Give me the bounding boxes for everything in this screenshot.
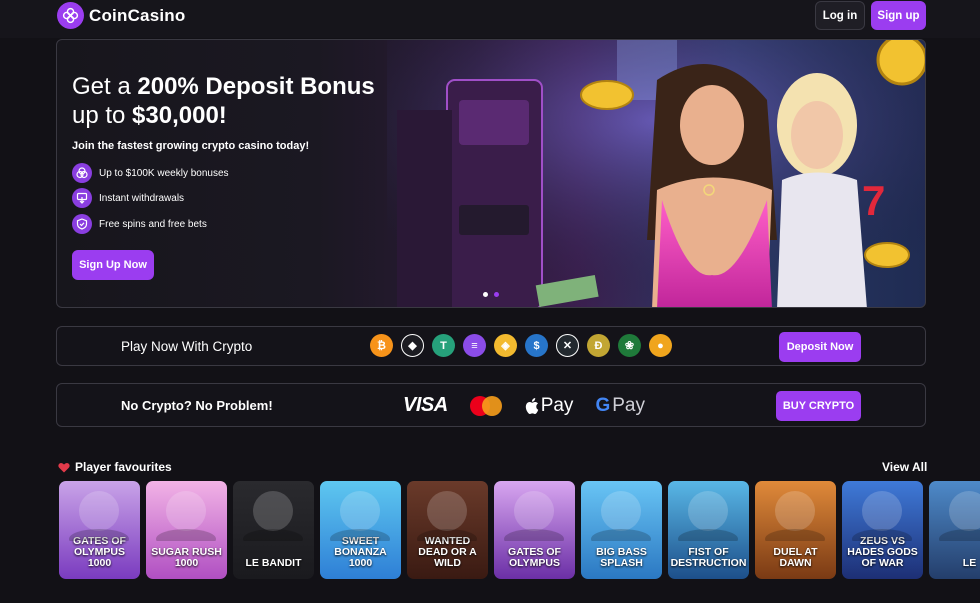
xrp-icon: ✕ (556, 334, 579, 357)
game-thumbnail-art (765, 491, 825, 541)
visa-logo: VISA (403, 394, 448, 416)
feature-instant-withdrawals: Instant withdrawals (72, 188, 184, 208)
feature-free-spins: Free spins and free bets (72, 214, 207, 234)
withdraw-icon (72, 188, 92, 208)
game-thumbnail-art (939, 491, 980, 541)
game-card[interactable]: ZEUS VS HADES GODS OF WAR (842, 481, 923, 579)
hero-subtitle: Join the fastest growing crypto casino t… (72, 140, 310, 152)
game-thumbnail-art (591, 491, 651, 541)
game-card[interactable]: WANTED DEAD OR A WILD (407, 481, 488, 579)
deposit-now-button[interactable]: Deposit Now (779, 332, 861, 362)
favourites-title: Player favourites (75, 460, 172, 474)
carousel-dots (483, 292, 499, 297)
fiat-bar-label: No Crypto? No Problem! (121, 398, 273, 413)
logo[interactable]: CoinCasino (57, 2, 185, 29)
game-thumbnail-art (69, 491, 129, 541)
game-title: LE BANDIT (245, 557, 302, 569)
shiba-coin-icon: ● (649, 334, 672, 357)
svg-text:7: 7 (862, 177, 885, 224)
game-card[interactable]: BIG BASS SPLASH (581, 481, 662, 579)
game-card[interactable]: GATES OF OLYMPUS (494, 481, 575, 579)
game-thumbnail-art (156, 491, 216, 541)
apple-icon (525, 397, 538, 414)
game-card[interactable]: GATES OF OLYMPUS 1000 (59, 481, 140, 579)
payment-methods: VISA Pay G Pay (403, 394, 645, 417)
game-title: FIST OF DESTRUCTION (670, 546, 747, 569)
hero-casino-illustration: 7 (387, 40, 925, 307)
player-favourites-heading: Player favourites (58, 460, 172, 474)
buy-crypto-button[interactable]: BUY CRYPTO (776, 391, 861, 421)
game-title: BIG BASS SPLASH (596, 546, 647, 569)
usdc-icon: $ (525, 334, 548, 357)
bnb-icon: ◈ (494, 334, 517, 357)
google-g-icon: G (595, 394, 611, 416)
game-title: LE (962, 557, 977, 569)
game-thumbnail-art (417, 491, 477, 541)
google-pay-logo: G Pay (595, 395, 645, 417)
crypto-bar-label: Play Now With Crypto (121, 339, 253, 354)
feature-label: Up to $100K weekly bonuses (99, 167, 229, 179)
game-thumbnail-art (678, 491, 738, 541)
heart-icon (58, 462, 70, 472)
login-button[interactable]: Log in (815, 1, 865, 30)
bitcoin-icon: ₿ (370, 334, 393, 357)
game-card[interactable]: SUGAR RUSH 1000 (146, 481, 227, 579)
solana-icon: ≡ (463, 334, 486, 357)
game-thumbnail-art (504, 491, 564, 541)
game-thumbnail-art (852, 491, 912, 541)
hero-signup-button[interactable]: Sign Up Now (72, 250, 154, 280)
apple-pay-text: Pay (540, 394, 574, 416)
rose-coin-icon: ❀ (618, 334, 641, 357)
logo-clover-icon (57, 2, 84, 29)
game-card[interactable]: FIST OF DESTRUCTION (668, 481, 749, 579)
game-carousel: GATES OF OLYMPUS 1000 SUGAR RUSH 1000 LE B… (59, 481, 980, 579)
dogecoin-icon: Ð (587, 334, 610, 357)
tether-icon: T (432, 334, 455, 357)
game-thumbnail-art (330, 491, 390, 541)
apple-pay-logo: Pay (524, 394, 574, 417)
coins-icon (72, 163, 92, 183)
hero-banner[interactable]: 7 Get a 200% Deposit Bonus up to $30,000… (56, 39, 926, 308)
hero-title: Get a 200% Deposit Bonus up to $30,000! (72, 73, 375, 129)
feature-weekly-bonuses: Up to $100K weekly bonuses (72, 163, 229, 183)
shield-icon (72, 214, 92, 234)
logo-text: CoinCasino (89, 5, 186, 25)
crypto-payment-bar: Play Now With Crypto ₿ ◆ T ≡ ◈ $ ✕ Ð ❀ ● Deposit … (56, 326, 926, 366)
top-header: CoinCasino Log in Sign up (0, 0, 980, 38)
ethereum-icon: ◆ (401, 334, 424, 357)
carousel-dot-active[interactable] (494, 292, 499, 297)
game-title: DUEL AT DAWN (773, 546, 818, 569)
game-title: GATES OF OLYMPUS (508, 546, 561, 569)
google-pay-text: Pay (612, 394, 645, 416)
fiat-payment-bar: No Crypto? No Problem! VISA Pay G Pay BU… (56, 383, 926, 427)
game-card[interactable]: LE (929, 481, 980, 579)
game-title: SUGAR RUSH 1000 (151, 546, 222, 569)
game-thumbnail-art (243, 491, 303, 541)
game-card[interactable]: SWEET BONANZA 1000 (320, 481, 401, 579)
crypto-coin-list: ₿ ◆ T ≡ ◈ $ ✕ Ð ❀ ● (370, 334, 672, 357)
feature-label: Instant withdrawals (99, 192, 185, 204)
carousel-dot[interactable] (483, 292, 488, 297)
mastercard-icon (469, 395, 502, 416)
signup-button[interactable]: Sign up (871, 1, 926, 30)
feature-label: Free spins and free bets (99, 218, 207, 230)
game-card[interactable]: LE BANDIT (233, 481, 314, 579)
view-all-link[interactable]: View All (882, 460, 927, 474)
game-card[interactable]: DUEL AT DAWN (755, 481, 836, 579)
